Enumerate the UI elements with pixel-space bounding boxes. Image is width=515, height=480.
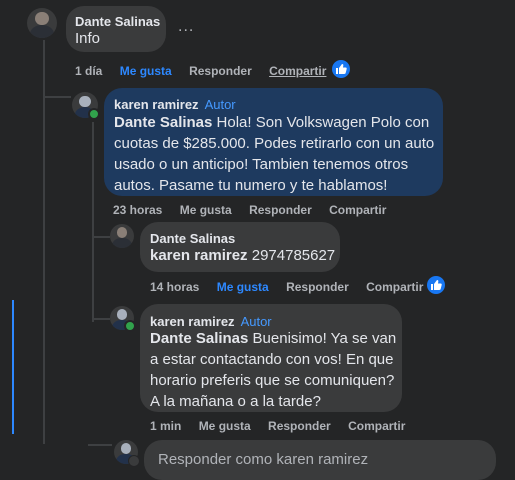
more-options-icon[interactable]: ... — [178, 18, 194, 36]
comment-bubble: karen ramirez Autor Dante Salinas Hola! S… — [104, 88, 443, 196]
reply-button[interactable]: Responder — [286, 280, 349, 294]
like-button[interactable]: Me gusta — [120, 64, 172, 78]
comment-text: Info — [75, 30, 101, 47]
thread-line-branch-5 — [88, 444, 112, 446]
comment-text: Dante Salinas Hola! Son Volkswagen Polo … — [114, 114, 435, 194]
thread-line-branch-3 — [92, 318, 110, 320]
comment-actions: 1 día Me gusta Responder Compartir — [75, 64, 340, 78]
comment-actions: 14 horas Me gusta Responder Compartir — [150, 280, 437, 294]
comment-author[interactable]: Dante Salinas — [150, 231, 235, 246]
avatar[interactable] — [27, 8, 57, 38]
comment-bubble: Dante Salinas Info — [66, 6, 166, 52]
chevron-down-icon[interactable] — [128, 455, 140, 467]
comment-bubble: Dante Salinas karen ramirez 2974785627 — [140, 222, 340, 272]
avatar[interactable] — [110, 224, 134, 248]
online-status-icon — [88, 108, 100, 120]
reply-input[interactable] — [156, 450, 490, 469]
share-button[interactable]: Compartir — [366, 280, 423, 294]
reply-button[interactable]: Responder — [249, 203, 312, 217]
like-button[interactable]: Me gusta — [217, 280, 269, 294]
comment-time[interactable]: 14 horas — [150, 280, 199, 294]
comment-actions: 1 min Me gusta Responder Compartir — [150, 419, 419, 433]
thread-line-branch-4 — [43, 398, 45, 444]
comment-author[interactable]: karen ramirez — [114, 97, 199, 112]
reply-button[interactable]: Responder — [268, 419, 331, 433]
share-button[interactable]: Compartir — [269, 64, 326, 78]
like-button[interactable]: Me gusta — [180, 203, 232, 217]
comment-actions: 23 horas Me gusta Responder Compartir — [113, 203, 400, 217]
author-badge: Autor — [204, 97, 236, 112]
comment-text: karen ramirez 2974785627 — [150, 247, 336, 264]
thread-line-branch-1 — [43, 96, 71, 98]
thread-line-branch-2 — [92, 236, 110, 238]
comment-time[interactable]: 1 min — [150, 419, 181, 433]
author-badge: Autor — [240, 314, 272, 329]
mention-link[interactable]: Dante Salinas — [150, 330, 248, 347]
online-status-icon — [124, 320, 136, 332]
comment-author[interactable]: karen ramirez — [150, 314, 235, 329]
reply-button[interactable]: Responder — [189, 64, 252, 78]
comment-author[interactable]: Dante Salinas — [75, 14, 160, 29]
share-button[interactable]: Compartir — [348, 419, 405, 433]
comment-text: Dante Salinas Buenisimo! Ya se van a est… — [150, 330, 397, 410]
thread-line-main — [43, 40, 45, 398]
comment-time[interactable]: 1 día — [75, 64, 102, 78]
mention-link[interactable]: karen ramirez — [150, 247, 248, 264]
mention-link[interactable]: Dante Salinas — [114, 114, 212, 131]
share-button[interactable]: Compartir — [329, 203, 386, 217]
focus-indicator — [12, 300, 14, 434]
reply-composer — [144, 440, 496, 480]
comment-time[interactable]: 23 horas — [113, 203, 162, 217]
like-reaction-icon[interactable] — [332, 60, 350, 78]
comment-bubble: karen ramirez Autor Dante Salinas Buenisi… — [140, 304, 402, 412]
like-button[interactable]: Me gusta — [199, 419, 251, 433]
thread-line-sub — [92, 122, 94, 322]
like-reaction-icon[interactable] — [427, 276, 445, 294]
